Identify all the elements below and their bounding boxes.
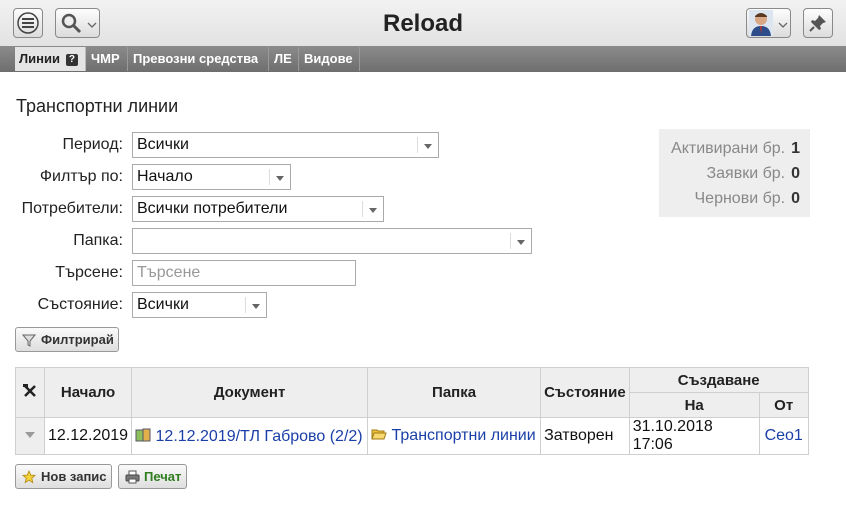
user-menu-button[interactable]: [746, 8, 791, 38]
chevron-down-icon: [252, 304, 260, 309]
chevron-down-icon: [517, 240, 525, 245]
users-value: Всички потребители: [137, 200, 288, 217]
row-state: Затворен: [540, 417, 630, 455]
avatar-icon: [749, 10, 773, 36]
chevron-down-icon: [424, 144, 432, 149]
page-title: Транспортни линии: [16, 96, 179, 116]
chevron-down-icon: [276, 176, 284, 181]
folder-label: Папка:: [73, 232, 123, 249]
top-bar: Reload: [0, 0, 846, 46]
start-column-header[interactable]: Начало: [43, 367, 133, 418]
folder-column-header[interactable]: Папка: [367, 367, 542, 418]
tools-icon: [23, 383, 36, 397]
created-by-column-header[interactable]: От: [758, 392, 809, 418]
row-document-link[interactable]: 12.12.2019/ТЛ Габрово (2/2): [156, 428, 363, 445]
pin-button[interactable]: [803, 8, 833, 38]
stat-activated: Активирани бр. 1: [671, 140, 800, 157]
row-created-by[interactable]: Ceo1: [758, 417, 809, 455]
row-created-by-link[interactable]: Ceo1: [765, 427, 803, 444]
filter-by-label: Филтър по:: [39, 168, 123, 185]
filter-button-label: Филтрирай: [41, 332, 114, 347]
state-column-header[interactable]: Състояние: [540, 367, 630, 418]
tab-lines[interactable]: Линии?: [15, 47, 86, 71]
period-select[interactable]: Всички: [132, 132, 439, 158]
table-row[interactable]: 12.12.2019 12.12.2019/ТЛ Габрово (2/2) Т…: [15, 417, 809, 455]
row-folder[interactable]: Транспортни линии: [367, 417, 542, 455]
row-folder-link[interactable]: Транспортни линии: [392, 427, 536, 444]
created-on-column-header[interactable]: На: [628, 392, 760, 418]
tools-column-header: [15, 367, 45, 418]
users-select[interactable]: Всички потребители: [132, 196, 384, 222]
row-expand[interactable]: [15, 417, 45, 455]
star-icon: [22, 470, 36, 484]
folder-icon: [371, 429, 387, 440]
help-icon[interactable]: ?: [65, 54, 78, 66]
print-button[interactable]: Печат: [118, 464, 187, 489]
created-column-header: Създаване: [628, 367, 809, 393]
pin-icon: [809, 15, 826, 32]
state-value: Всички: [137, 296, 189, 313]
document-icon: [135, 428, 151, 441]
row-start: 12.12.2019: [43, 417, 133, 455]
chevron-down-icon: [778, 22, 788, 28]
tab-le[interactable]: ЛЕ: [270, 47, 299, 71]
print-label: Печат: [144, 469, 182, 484]
tab-chmr[interactable]: ЧМР: [87, 47, 128, 71]
filter-button[interactable]: Филтрирай: [15, 327, 119, 352]
stat-drafts: Чернови бр. 0: [694, 190, 801, 207]
period-value: Всички: [137, 136, 189, 153]
filter-by-select[interactable]: Начало: [132, 164, 291, 190]
document-column-header[interactable]: Документ: [131, 367, 369, 418]
triangle-down-icon: [25, 432, 35, 438]
tab-types[interactable]: Видове: [300, 47, 360, 71]
lines-table: Начало Документ Папка Състояние Създаван…: [15, 367, 809, 455]
funnel-icon: [22, 334, 36, 347]
stat-requests: Заявки бр. 0: [706, 165, 800, 182]
new-record-button[interactable]: Нов запис: [15, 464, 112, 489]
new-record-label: Нов запис: [41, 469, 107, 484]
state-label: Състояние:: [37, 296, 123, 313]
state-select[interactable]: Всички: [132, 292, 267, 318]
search-label: Търсене:: [55, 264, 123, 281]
stats-panel: Активирани бр. 1 Заявки бр. 0 Чернови бр. 0: [659, 129, 810, 217]
tab-label: Линии: [19, 51, 60, 66]
tab-bar: Линии? ЧМР Превозни средства ЛЕ Видове: [0, 46, 846, 72]
row-document[interactable]: 12.12.2019/ТЛ Габрово (2/2): [131, 417, 369, 455]
filter-by-value: Начало: [137, 168, 193, 185]
period-label: Период:: [62, 136, 123, 153]
folder-select[interactable]: [132, 228, 532, 254]
chevron-down-icon: [369, 208, 377, 213]
row-created-on: 31.10.2018 17:06: [628, 417, 760, 455]
users-label: Потребители:: [21, 200, 123, 217]
printer-icon: [125, 470, 140, 484]
tab-vehicles[interactable]: Превозни средства: [129, 47, 269, 71]
app-title: Reload: [382, 10, 463, 37]
search-input[interactable]: Търсене: [132, 260, 356, 286]
